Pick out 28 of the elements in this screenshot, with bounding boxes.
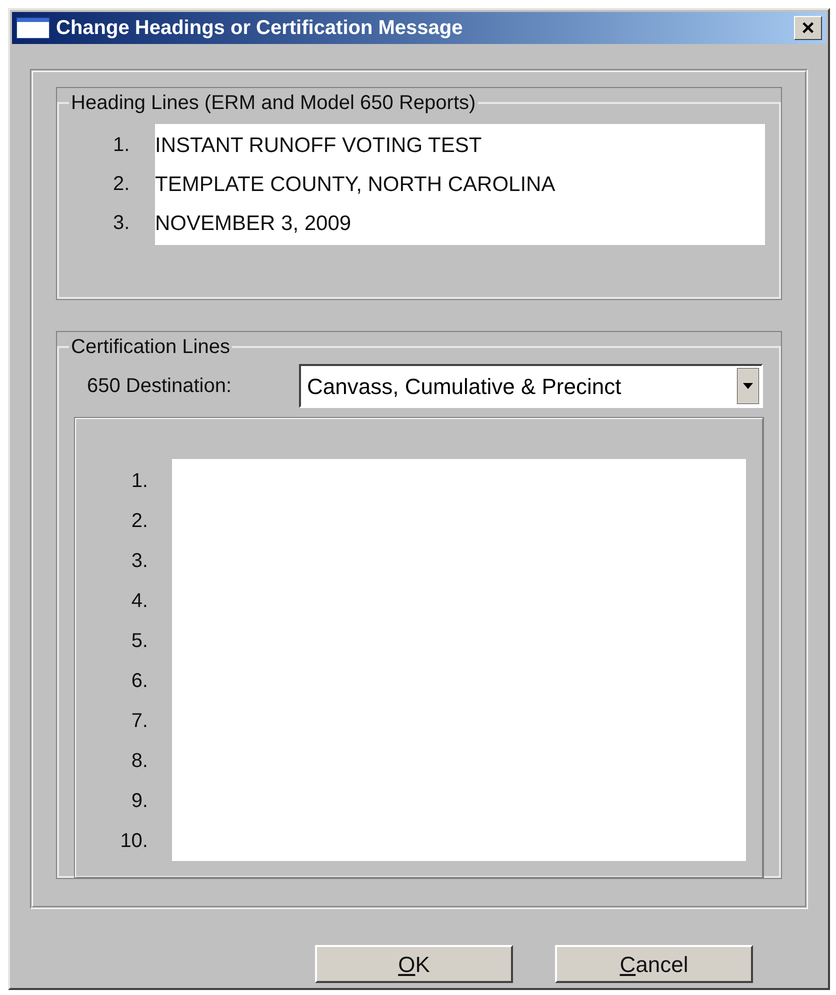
- dropdown-arrow-icon[interactable]: [737, 368, 759, 404]
- line-number: 1.: [112, 133, 131, 158]
- destination-label: 650 Destination:: [87, 374, 233, 399]
- dialog-button[interactable]: OK: [315, 945, 513, 983]
- heading-text-area[interactable]: INSTANT RUNOFF VOTING TEST TEMPLATE COUNTY, NORTH CAROLINA NOVEMBER 3, 2009: [155, 124, 765, 245]
- heading-line-text: NOVEMBER 3, 2009: [155, 211, 352, 237]
- line-number: 1.: [131, 469, 148, 494]
- dropdown-value: Canvass, Cumulative & Precinct: [307, 372, 622, 400]
- destination-dropdown[interactable]: Canvass, Cumulative & Precinct: [299, 364, 763, 408]
- heading-line-text: INSTANT RUNOFF VOTING TEST: [155, 133, 482, 159]
- line-number: 2.: [131, 509, 148, 534]
- line-number: 8.: [131, 749, 148, 774]
- window-icon: [16, 17, 50, 39]
- line-number: 6.: [131, 669, 148, 694]
- line-number: 9.: [131, 789, 148, 814]
- line-number: 5.: [131, 629, 148, 654]
- line-number: 3.: [131, 549, 148, 574]
- close-button[interactable]: ×: [794, 16, 822, 40]
- dialog-button[interactable]: Cancel: [555, 945, 753, 983]
- line-number: 2.: [112, 172, 131, 197]
- group-label: Certification Lines: [70, 335, 231, 360]
- line-number: 7.: [131, 709, 148, 734]
- heading-line-text: TEMPLATE COUNTY, NORTH CAROLINA: [155, 172, 556, 198]
- line-number: 4.: [131, 589, 148, 614]
- line-number: 3.: [112, 211, 131, 236]
- window-title: Change Headings or Certification Message: [56, 16, 464, 41]
- line-number: 10.: [120, 829, 148, 854]
- group-label: Heading Lines (ERM and Model 650 Reports): [70, 91, 477, 116]
